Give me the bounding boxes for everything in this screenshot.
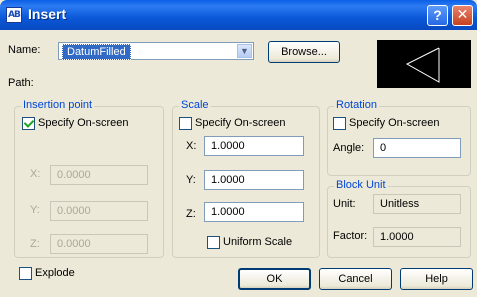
ok-button[interactable]: OK bbox=[238, 268, 311, 290]
factor-value: 1.0000 bbox=[373, 227, 461, 247]
explode-label[interactable]: Explode bbox=[35, 267, 75, 279]
insertion-x-label: X: bbox=[30, 168, 41, 180]
insertion-y-label: Y: bbox=[30, 204, 40, 216]
rotation-specify-checkbox[interactable] bbox=[333, 117, 346, 130]
insertion-point-title: Insertion point bbox=[21, 99, 95, 111]
scale-title: Scale bbox=[179, 99, 211, 111]
help-icon[interactable]: ? bbox=[427, 5, 448, 26]
scale-x-label: X: bbox=[186, 140, 197, 152]
scale-z-label: Z: bbox=[186, 208, 196, 220]
name-combobox[interactable]: DatumFilled ▼ bbox=[58, 42, 254, 60]
insertion-x-field[interactable]: 0.0000 bbox=[50, 165, 148, 185]
scale-z-field[interactable]: 1.0000 bbox=[204, 202, 304, 222]
scale-y-field[interactable]: 1.0000 bbox=[204, 170, 304, 190]
unit-label: Unit: bbox=[333, 198, 356, 210]
angle-label: Angle: bbox=[333, 142, 365, 154]
factor-label: Factor: bbox=[333, 230, 368, 242]
datum-triangle-preview bbox=[405, 47, 440, 83]
rotation-title: Rotation bbox=[334, 99, 379, 111]
scale-y-label: Y: bbox=[186, 174, 196, 186]
app-icon: AB bbox=[6, 7, 22, 23]
close-icon[interactable]: ✕ bbox=[452, 5, 473, 26]
scale-specify-checkbox[interactable] bbox=[179, 117, 192, 130]
browse-button[interactable]: Browse... bbox=[268, 41, 340, 63]
scale-specify-label[interactable]: Specify On-screen bbox=[195, 117, 285, 129]
name-value: DatumFilled bbox=[62, 44, 131, 60]
block-unit-title: Block Unit bbox=[334, 179, 388, 191]
help-button[interactable]: Help bbox=[400, 268, 473, 290]
unit-value: Unitless bbox=[373, 194, 461, 214]
explode-checkbox[interactable] bbox=[19, 267, 32, 280]
scale-x-field[interactable]: 1.0000 bbox=[204, 136, 304, 156]
uniform-scale-label[interactable]: Uniform Scale bbox=[223, 236, 292, 248]
insertion-z-label: Z: bbox=[30, 238, 40, 250]
rotation-specify-label[interactable]: Specify On-screen bbox=[349, 117, 439, 129]
title-bar[interactable]: AB Insert ? ✕ bbox=[0, 0, 477, 30]
chevron-down-icon[interactable]: ▼ bbox=[237, 44, 252, 58]
name-label: Name: bbox=[8, 44, 41, 56]
insertion-y-field[interactable]: 0.0000 bbox=[50, 201, 148, 221]
uniform-scale-checkbox[interactable] bbox=[207, 236, 220, 249]
insertion-specify-label[interactable]: Specify On-screen bbox=[38, 117, 128, 129]
cancel-button[interactable]: Cancel bbox=[319, 268, 392, 290]
block-preview bbox=[377, 40, 471, 88]
angle-field[interactable]: 0 bbox=[373, 138, 461, 158]
path-label: Path: bbox=[8, 77, 34, 89]
window-title: Insert bbox=[28, 6, 67, 22]
app-icon-text: AB bbox=[8, 10, 21, 20]
insertion-specify-checkbox[interactable] bbox=[22, 117, 35, 130]
insertion-z-field[interactable]: 0.0000 bbox=[50, 234, 148, 254]
